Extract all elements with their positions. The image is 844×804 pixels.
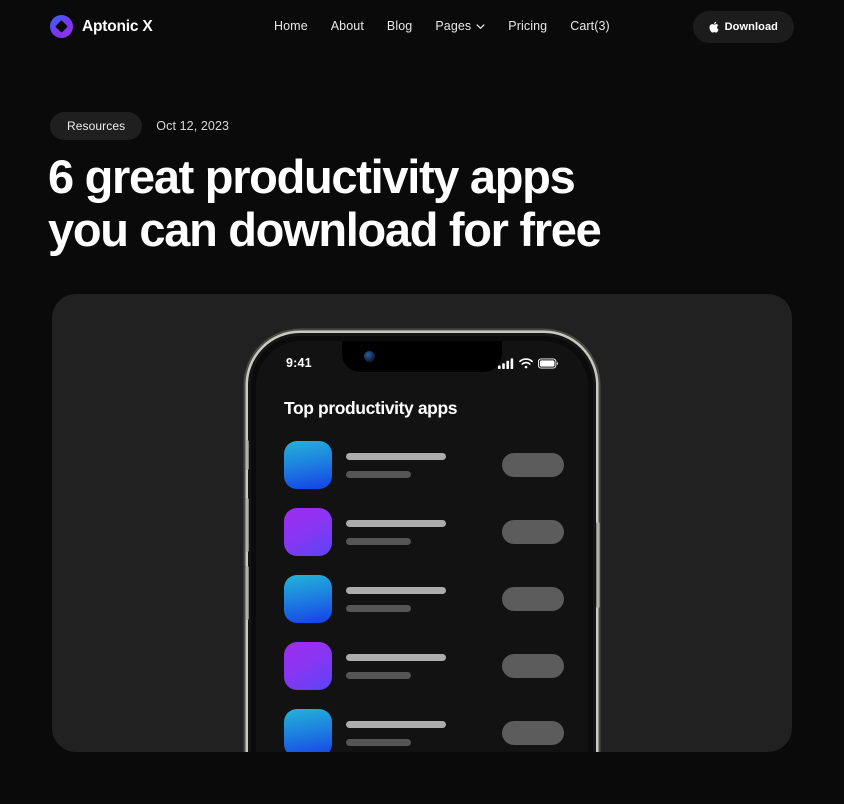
main-navigation: Home About Blog Pages Pricing Cart(3): [274, 19, 610, 33]
page-title: 6 great productivity apps you can downlo…: [48, 150, 768, 256]
nav-label: Cart(3): [570, 19, 610, 33]
nav-item-pricing[interactable]: Pricing: [508, 19, 547, 33]
apple-logo-icon: [709, 21, 719, 33]
nav-item-cart[interactable]: Cart(3): [570, 19, 610, 33]
nav-label: Pricing: [508, 19, 548, 33]
skeleton-bar-secondary: [346, 671, 411, 679]
phone-screen: 9:41 Top productivity apps: [256, 341, 588, 752]
cellular-signal-icon: [498, 357, 514, 369]
nav-item-about[interactable]: About: [331, 19, 364, 33]
app-text-placeholder: [346, 452, 492, 478]
page-title-line-2: you can download for free: [48, 203, 602, 256]
category-badge[interactable]: Resources: [50, 112, 143, 140]
app-icon: [284, 441, 332, 489]
app-text-placeholder: [346, 586, 492, 612]
app-get-button[interactable]: [502, 453, 564, 477]
hero-image-card: 9:41 Top productivity apps: [52, 294, 792, 752]
app-text-placeholder: [346, 720, 492, 746]
phone-mockup: 9:41 Top productivity apps: [244, 333, 600, 752]
app-text-placeholder: [346, 519, 492, 545]
battery-icon: [538, 357, 558, 369]
publish-date: Oct 12, 2023: [156, 119, 230, 133]
list-item[interactable]: [284, 508, 564, 556]
status-bar-time: 9:41: [286, 356, 312, 370]
skeleton-bar-primary: [346, 586, 446, 594]
list-item[interactable]: [284, 441, 564, 489]
app-get-button[interactable]: [502, 520, 564, 544]
app-list: [284, 441, 564, 752]
phone-volume-down-button[interactable]: [244, 566, 249, 620]
skeleton-bar-primary: [346, 653, 446, 661]
screen-heading: Top productivity apps: [284, 398, 458, 418]
phone-power-button[interactable]: [595, 522, 600, 608]
phone-silence-switch[interactable]: [244, 440, 249, 470]
nav-label: About: [330, 19, 364, 33]
phone-volume-up-button[interactable]: [244, 498, 249, 552]
app-icon: [284, 642, 332, 690]
app-text-placeholder: [346, 653, 492, 679]
skeleton-bar-primary: [346, 519, 446, 527]
wifi-icon: [519, 357, 533, 369]
app-icon: [284, 575, 332, 623]
app-icon: [284, 709, 332, 752]
site-header: Aptonic X Home About Blog Pages Pricing: [0, 0, 844, 54]
skeleton-bar-secondary: [346, 738, 411, 746]
nav-label: Pages: [435, 19, 472, 33]
phone-status-bar: 9:41: [256, 353, 588, 373]
download-button[interactable]: Download: [692, 11, 794, 43]
status-bar-icons: [498, 357, 558, 369]
diamond-in-circle-icon: [50, 15, 73, 38]
nav-item-home[interactable]: Home: [274, 19, 308, 33]
nav-item-blog[interactable]: Blog: [387, 19, 412, 33]
brand-logo-link[interactable]: Aptonic X: [50, 15, 153, 38]
list-item[interactable]: [284, 575, 564, 623]
skeleton-bar-secondary: [346, 537, 411, 545]
nav-label: Blog: [386, 19, 413, 33]
download-button-label: Download: [724, 21, 778, 33]
list-item[interactable]: [284, 642, 564, 690]
nav-item-pages[interactable]: Pages: [435, 19, 485, 33]
article-meta: Resources Oct 12, 2023: [50, 112, 229, 140]
brand-name: Aptonic X: [82, 17, 153, 35]
list-item[interactable]: [284, 709, 564, 752]
app-get-button[interactable]: [502, 654, 564, 678]
skeleton-bar-secondary: [346, 604, 411, 612]
page-title-line-1: 6 great productivity apps: [48, 150, 576, 203]
app-get-button[interactable]: [502, 721, 564, 745]
page-root: Aptonic X Home About Blog Pages Pricing: [0, 0, 844, 804]
chevron-down-icon: [476, 22, 485, 31]
skeleton-bar-secondary: [346, 470, 411, 478]
skeleton-bar-primary: [346, 720, 446, 728]
app-icon: [284, 508, 332, 556]
app-get-button[interactable]: [502, 587, 564, 611]
nav-label: Home: [274, 19, 308, 33]
skeleton-bar-primary: [346, 452, 446, 460]
